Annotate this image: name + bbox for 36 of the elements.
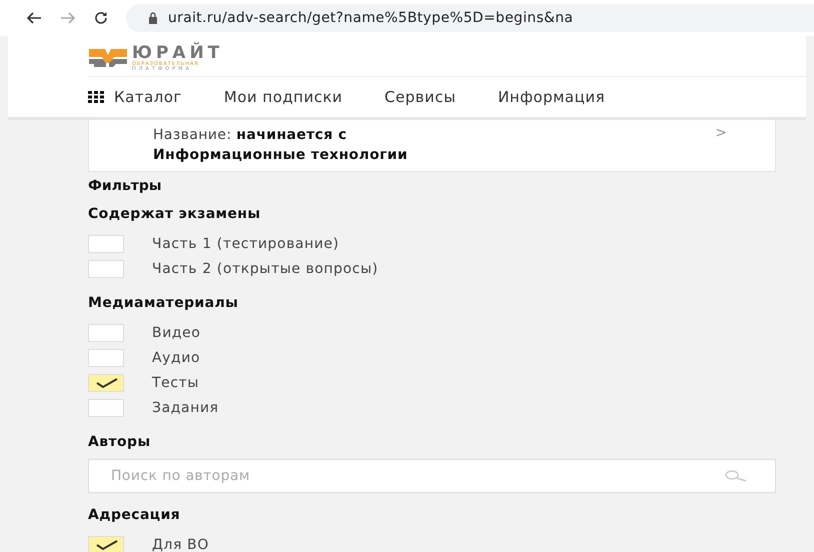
chevron-icon: > xyxy=(715,125,727,143)
nav-link[interactable]: Мои подписки xyxy=(224,88,343,106)
reload-icon[interactable] xyxy=(94,11,108,25)
checkbox[interactable] xyxy=(88,324,124,342)
checkbox[interactable] xyxy=(88,348,124,366)
back-icon[interactable] xyxy=(26,12,42,24)
section-heading: Авторы xyxy=(88,434,152,450)
checkbox-label[interactable]: Задания xyxy=(152,400,219,416)
lock-icon xyxy=(148,12,158,24)
section-heading: Адресация xyxy=(88,507,182,523)
checkbox[interactable] xyxy=(88,234,124,252)
section-heading: Медиаматериалы xyxy=(88,295,240,311)
checkbox[interactable] xyxy=(88,260,124,278)
book-logo-icon xyxy=(88,47,128,69)
checkbox[interactable] xyxy=(88,536,124,552)
checkbox-label[interactable]: Часть 1 (тестирование) xyxy=(152,236,340,252)
checkbox-label[interactable]: Тесты xyxy=(152,374,200,390)
forward-icon[interactable] xyxy=(60,12,76,24)
address-bar[interactable]: urait.ru/adv-search/get?name%5Btype%5D=begins&na xyxy=(126,4,814,32)
nav-link[interactable]: Информация xyxy=(498,88,605,106)
checkbox-label[interactable]: Видео xyxy=(152,324,201,340)
nav-link[interactable]: Каталог xyxy=(114,88,182,106)
search-field[interactable]: Поиск по авторам xyxy=(88,459,776,493)
nav-link[interactable]: Сервисы xyxy=(384,88,456,106)
query-card[interactable]: Название: начинается с Информационные технологии > xyxy=(88,120,776,172)
section-heading: Содержат экзамены xyxy=(88,206,262,222)
checkbox[interactable] xyxy=(88,398,124,416)
logo-name: ЮРАЙТ xyxy=(132,44,224,62)
filters-heading: Фильтры xyxy=(88,178,163,194)
checkbox-label[interactable]: Часть 2 (открытые вопросы) xyxy=(152,260,378,276)
search-icon[interactable] xyxy=(724,470,748,482)
checkbox-label[interactable]: Для ВО xyxy=(152,536,209,552)
checkbox-label[interactable]: Аудио xyxy=(152,350,200,366)
query-text: Название: начинается с Информационные технологии xyxy=(153,126,408,165)
grid-icon[interactable] xyxy=(88,91,104,103)
checkbox[interactable] xyxy=(88,374,124,392)
